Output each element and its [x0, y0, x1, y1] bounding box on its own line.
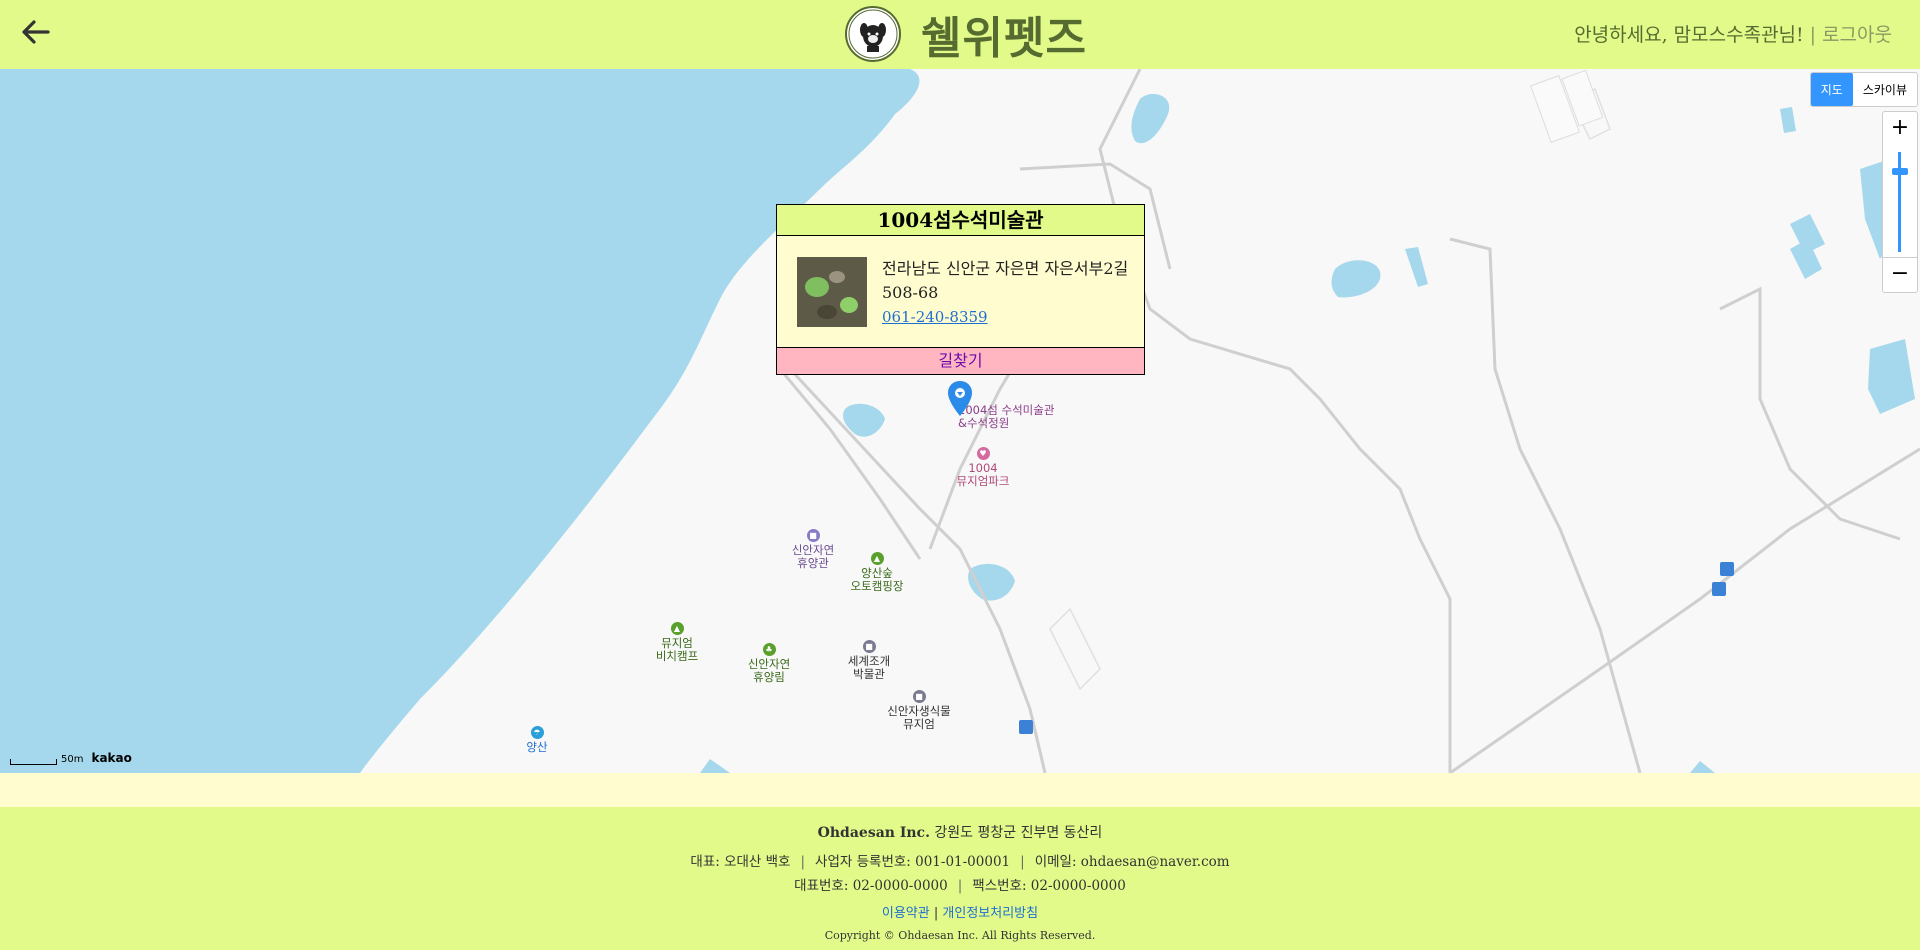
privacy-link[interactable]: 개인정보처리방침	[942, 906, 1038, 921]
place-infowindow: 1004섬수석미술관 전라남도 신안군 자은면 자은서부2길 508-68 06…	[776, 204, 1145, 364]
poi-yangsan-auto-camping[interactable]: ▲ 양산숲 오토캠핑장	[840, 552, 914, 593]
poi-label: 양산숲 오토캠핑장	[850, 566, 904, 593]
zoom-slider-handle[interactable]	[1892, 168, 1908, 175]
footer-links: 이용약관 | 개인정보처리방침	[0, 902, 1920, 921]
poi-museum-beach-camp[interactable]: ▲ 뮤지엄 비치캠프	[644, 622, 710, 663]
museum-icon: ♥	[976, 447, 990, 460]
kakao-logo[interactable]: kakao	[91, 751, 131, 765]
zoom-out-button[interactable]: −	[1883, 257, 1917, 292]
camping-icon: ▲	[870, 552, 884, 565]
map-type-map-button[interactable]: 지도	[1810, 73, 1853, 106]
place-info-text: 전라남도 신안군 자은면 자은서부2길 508-68 061-240-8359	[882, 257, 1142, 329]
greeting-text: 안녕하세요, 맘모스수족관님!	[1574, 24, 1804, 46]
footer-company-line: Ohdaesan Inc. 강원도 평창군 진부면 동산리	[0, 822, 1920, 842]
poi-label: 양산	[526, 740, 548, 754]
place-phone-link[interactable]: 061-240-8359	[882, 305, 1142, 329]
phone: 대표번호: 02-0000-0000	[794, 878, 948, 894]
header: 쉘위펫즈 안녕하세요, 맘모스수족관님! | 로그아웃	[0, 0, 1920, 69]
poi-sinan-native-plant-museum[interactable]: ■ 신안자생식물 뮤지엄	[878, 690, 960, 731]
poi-label: 세계조개 박물관	[847, 654, 891, 681]
company-address: 강원도 평창군 진부면 동산리	[934, 825, 1103, 841]
place-details: 전라남도 신안군 자은면 자은서부2길 508-68 061-240-8359	[797, 257, 1142, 329]
logout-link[interactable]: 로그아웃	[1822, 24, 1892, 46]
brand[interactable]: 쉘위펫즈	[845, 4, 1087, 64]
scale-label: 50m	[61, 754, 84, 765]
poi-label: 1004 뮤지엄파크	[956, 461, 1010, 488]
link-separator: |	[933, 906, 939, 921]
scale-bar	[10, 759, 57, 765]
zoom-slider-track[interactable]	[1898, 152, 1901, 252]
brand-logo	[845, 6, 901, 62]
poi-1004-museum-park[interactable]: ♥ 1004 뮤지엄파크	[950, 447, 1016, 488]
email: 이메일: ohdaesan@naver.com	[1034, 854, 1230, 870]
place-photo	[797, 257, 867, 327]
zoom-control: + −	[1882, 111, 1918, 293]
back-arrow-icon[interactable]	[18, 14, 54, 50]
company-name: Ohdaesan Inc.	[817, 825, 930, 841]
museum-icon: ■	[862, 640, 876, 653]
beach-icon: ☂	[530, 726, 544, 739]
camping-icon: ▲	[670, 622, 684, 635]
map-scale: 50m kakao	[10, 751, 132, 765]
poi-label: 신안자연 휴양림	[747, 657, 791, 684]
fax: 팩스번호: 02-0000-0000	[972, 878, 1126, 894]
ceo: 대표: 오대산 백호	[690, 854, 791, 870]
forest-icon: ♣	[762, 643, 776, 656]
directions-button[interactable]: 길찾기	[776, 347, 1145, 375]
terms-link[interactable]: 이용약관	[882, 906, 930, 921]
lodge-icon: ■	[806, 529, 820, 542]
poi-label: 신안자생식물 뮤지엄	[887, 704, 951, 731]
poi-yangsan[interactable]: ☂ 양산	[519, 726, 555, 754]
museum-icon: ■	[912, 690, 926, 703]
poi-label: 신안자연 휴양관	[791, 543, 835, 570]
map-type-toggle: 지도 스카이뷰	[1809, 72, 1918, 107]
map-view[interactable]: 1004섬 수석미술관 &수석정원 ♥ 1004 뮤지엄파크 ■ 신안자연 휴양…	[0, 69, 1920, 773]
footer-info-line: 대표: 오대산 백호 | 사업자 등록번호: 001-01-00001 | 이메일: o…	[690, 854, 1230, 870]
map-pin-icon[interactable]	[947, 380, 973, 418]
separator: |	[1809, 24, 1817, 46]
poi-sinan-nature-lodge[interactable]: ■ 신안자연 휴양관	[780, 529, 846, 570]
place-title: 1004섬수석미술관	[777, 205, 1144, 236]
poi-sinan-nature-forest[interactable]: ♣ 신안자연 휴양림	[736, 643, 802, 684]
brand-name[interactable]: 쉘위펫즈	[921, 2, 1087, 66]
business-number: 사업자 등록번호: 001-01-00001	[815, 854, 1011, 870]
user-greeting-area: 안녕하세요, 맘모스수족관님! | 로그아웃	[1574, 20, 1892, 47]
footer: Ohdaesan Inc. 강원도 평창군 진부면 동산리 대표: 오대산 백호…	[0, 807, 1920, 950]
place-address: 전라남도 신안군 자은면 자은서부2길 508-68	[882, 259, 1129, 302]
copyright: Copyright © Ohdaesan Inc. All Rights Res…	[824, 929, 1096, 942]
poi-label: 뮤지엄 비치캠프	[655, 636, 699, 663]
footer-contact-line: 대표번호: 02-0000-0000 | 팩스번호: 02-0000-0000	[794, 878, 1126, 894]
zoom-in-button[interactable]: +	[1883, 112, 1917, 146]
map-type-skyview-button[interactable]: 스카이뷰	[1853, 73, 1917, 106]
poi-world-shell-museum[interactable]: ■ 세계조개 박물관	[836, 640, 902, 681]
